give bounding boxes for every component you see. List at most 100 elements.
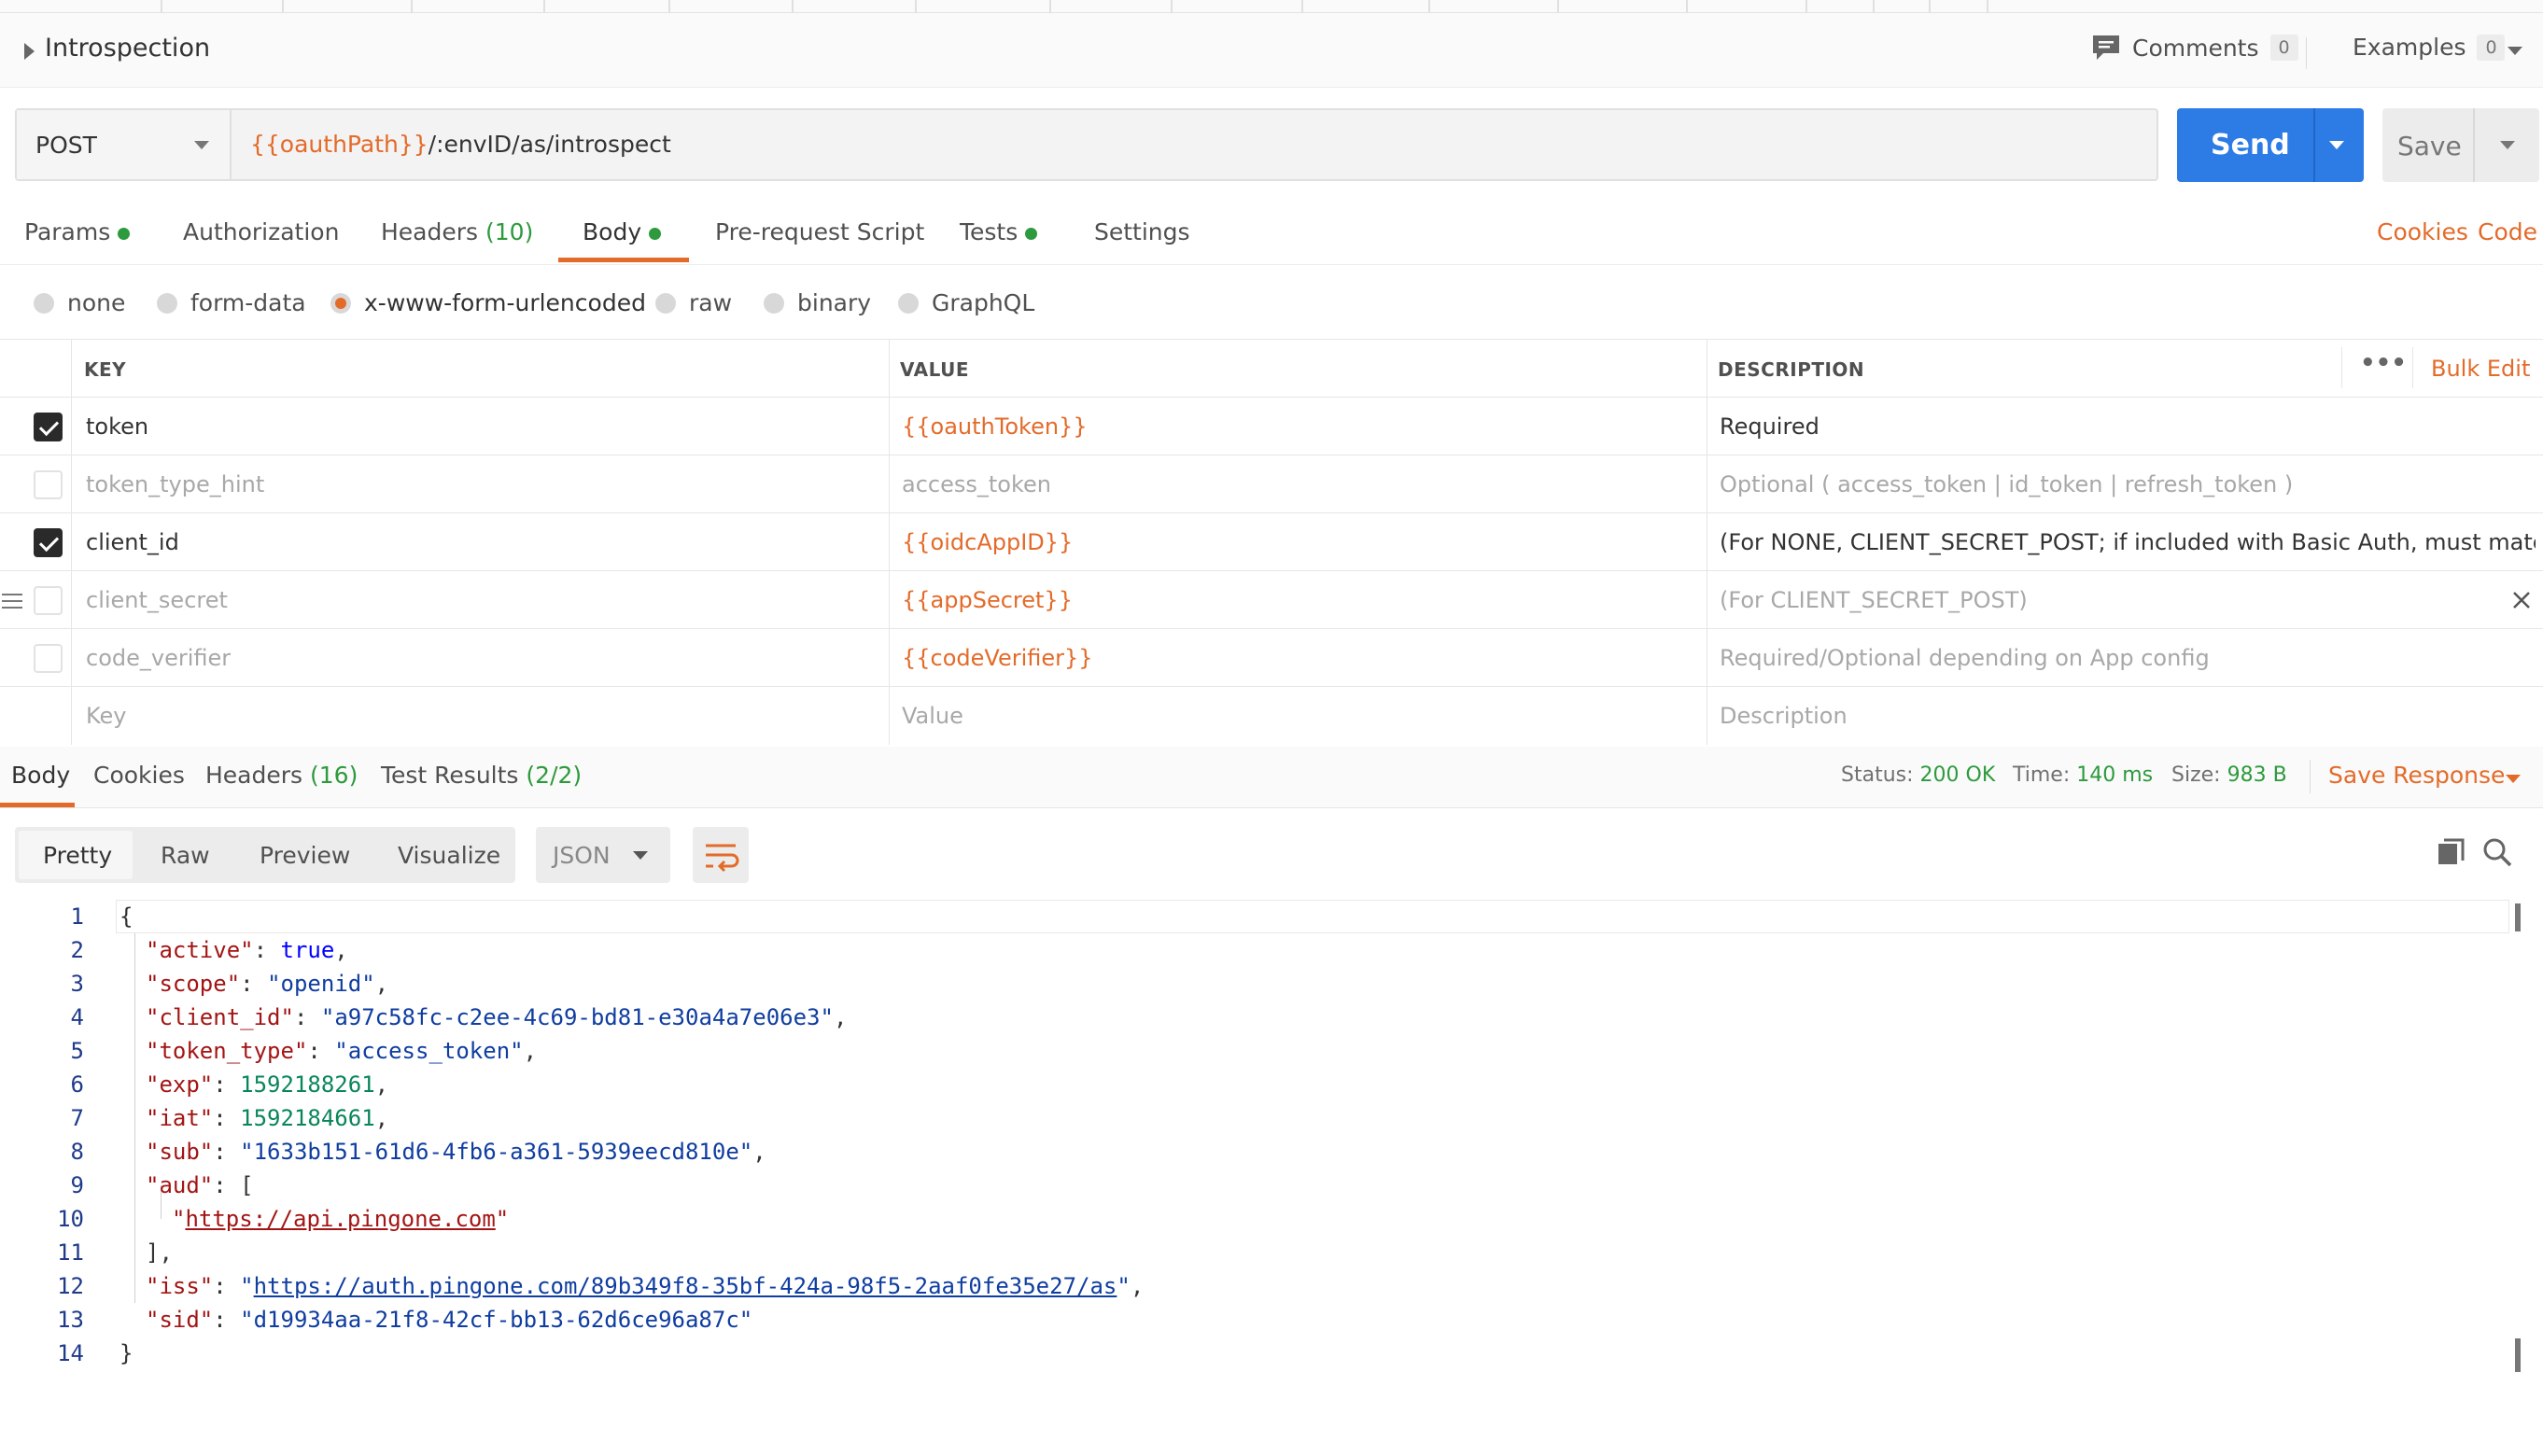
active-tab-indicator [558,258,689,262]
tab-settings[interactable]: Settings [1094,218,1190,245]
save-response-button[interactable]: Save Response [2328,762,2505,789]
response-active-tab-indicator [0,803,75,807]
tab-body[interactable]: Body [583,218,662,245]
line-number: 4 [70,1004,84,1030]
more-options-icon[interactable]: ••• [2360,349,2407,377]
row-value[interactable]: access_token [902,471,1051,497]
table-row-new: Key Value Description [0,687,2543,745]
code-line: "sid": "d19934aa-21f8-42cf-bb13-62d6ce96… [146,1307,753,1333]
row-key[interactable]: code_verifier [86,645,231,671]
column-header-description: DESCRIPTION [1718,358,1865,381]
search-icon[interactable] [2481,836,2513,868]
row-checkbox[interactable] [34,413,63,441]
view-visualize[interactable]: Visualize [398,842,500,869]
examples-count: 0 [2477,34,2506,61]
row-description[interactable]: Required [1720,413,1819,440]
chevron-down-icon [633,851,648,860]
line-number: 3 [70,971,84,997]
send-options-icon[interactable] [2329,141,2344,149]
scrollbar-marker[interactable] [2515,1338,2521,1372]
code-line: "iss": "https://auth.pingone.com/89b349f… [146,1273,1145,1299]
aud-link[interactable]: https://api.pingone.com [185,1206,495,1232]
new-description-input[interactable]: Description [1720,703,1848,729]
row-value[interactable]: {{codeVerifier}} [902,645,1093,671]
delete-row-icon[interactable] [2511,590,2532,610]
iss-link[interactable]: https://auth.pingone.com/89b349f8-35bf-4… [254,1273,1117,1299]
drag-handle-icon[interactable] [2,594,22,609]
request-title[interactable]: Introspection [45,34,210,63]
row-key[interactable]: token [86,413,148,440]
save-button[interactable]: Save [2382,108,2539,182]
view-pretty[interactable]: Pretty [43,842,112,869]
bulk-edit-link[interactable]: Bulk Edit [2431,356,2530,382]
row-checkbox[interactable] [34,644,63,673]
cookies-link[interactable]: Cookies [2377,218,2468,245]
radio-binary[interactable]: binary [764,289,871,316]
radio-x-www-form-urlencoded[interactable]: x-www-form-urlencoded [330,289,646,316]
comment-icon [2093,35,2119,60]
method-select[interactable]: POST [17,110,232,179]
line-number: 10 [57,1206,84,1232]
view-preview[interactable]: Preview [260,842,350,869]
line-number: 14 [57,1340,84,1366]
new-key-input[interactable]: Key [86,703,127,729]
radio-graphql[interactable]: GraphQL [898,289,1034,316]
code-line: "client_id": "a97c58fc-c2ee-4c69-bd81-e3… [146,1004,848,1030]
tab-headers[interactable]: Headers (10) [381,218,533,245]
row-description[interactable]: (For NONE, CLIENT_SECRET_POST; if includ… [1720,529,2536,555]
table-header-row: KEY VALUE DESCRIPTION ••• Bulk Edit [0,340,2543,398]
examples-button[interactable]: Examples 0 [2353,34,2506,61]
view-raw[interactable]: Raw [161,842,210,869]
response-tab-cookies[interactable]: Cookies [93,762,185,789]
row-checkbox[interactable] [34,586,63,615]
radio-form-data[interactable]: form-data [157,289,306,316]
radio-none[interactable]: none [34,289,125,316]
code-line: "https://api.pingone.com" [172,1206,510,1232]
save-options-icon[interactable] [2500,141,2515,149]
row-description[interactable]: Required/Optional depending on App confi… [1720,645,2210,671]
table-row: client_secret {{appSecret}} (For CLIENT_… [0,571,2543,629]
row-checkbox[interactable] [34,470,63,499]
url-input[interactable]: {{oauthPath}}/:envID/as/introspect [250,131,671,158]
examples-label: Examples [2353,34,2466,61]
code-line: { [119,903,133,930]
row-value[interactable]: {{appSecret}} [902,587,1073,613]
collapse-caret-icon[interactable] [24,43,35,60]
row-key[interactable]: client_id [86,529,179,555]
table-row: client_id {{oidcAppID}} (For NONE, CLIEN… [0,513,2543,571]
line-number: 7 [70,1105,84,1131]
line-number: 8 [70,1139,84,1165]
row-description[interactable]: (For CLIENT_SECRET_POST) [1720,587,2028,613]
body-status-dot [649,227,662,240]
response-body-editor[interactable]: 1 2 3 4 5 6 7 8 9 10 11 12 13 14 { "acti… [0,900,2543,1456]
row-key[interactable]: client_secret [86,587,228,613]
response-tab-headers[interactable]: Headers (16) [205,762,358,789]
comments-button[interactable]: Comments 0 [2091,34,2298,62]
row-checkbox[interactable] [34,528,63,557]
response-tab-body[interactable]: Body [11,762,70,789]
send-button[interactable]: Send [2177,108,2364,182]
row-description[interactable]: Optional ( access_token | id_token | ref… [1720,471,2293,497]
line-number: 11 [57,1239,84,1266]
format-select[interactable]: JSON [536,827,670,883]
copy-icon[interactable] [2435,836,2466,868]
tab-params[interactable]: Params [24,218,131,245]
tab-authorization[interactable]: Authorization [183,218,339,245]
save-response-dropdown-icon[interactable] [2506,775,2521,783]
examples-dropdown-icon[interactable] [2508,47,2522,55]
code-line: "aud": [ [146,1172,254,1198]
scrollbar-marker[interactable] [2515,903,2521,931]
radio-raw[interactable]: raw [655,289,732,316]
row-key[interactable]: token_type_hint [86,471,264,497]
tab-prerequest-script[interactable]: Pre-request Script [715,218,924,245]
row-value[interactable]: {{oauthToken}} [902,413,1088,440]
wrap-lines-button[interactable] [693,827,749,883]
new-value-input[interactable]: Value [902,703,963,729]
code-link[interactable]: Code [2478,218,2537,245]
tab-tests[interactable]: Tests [960,218,1038,245]
postman-app: Introspection Comments 0 Examples 0 POST… [0,0,2543,1456]
line-number: 1 [70,903,84,930]
response-tab-test-results[interactable]: Test Results (2/2) [381,762,582,789]
request-tab-strip[interactable] [0,0,2543,13]
row-value[interactable]: {{oidcAppID}} [902,529,1073,555]
